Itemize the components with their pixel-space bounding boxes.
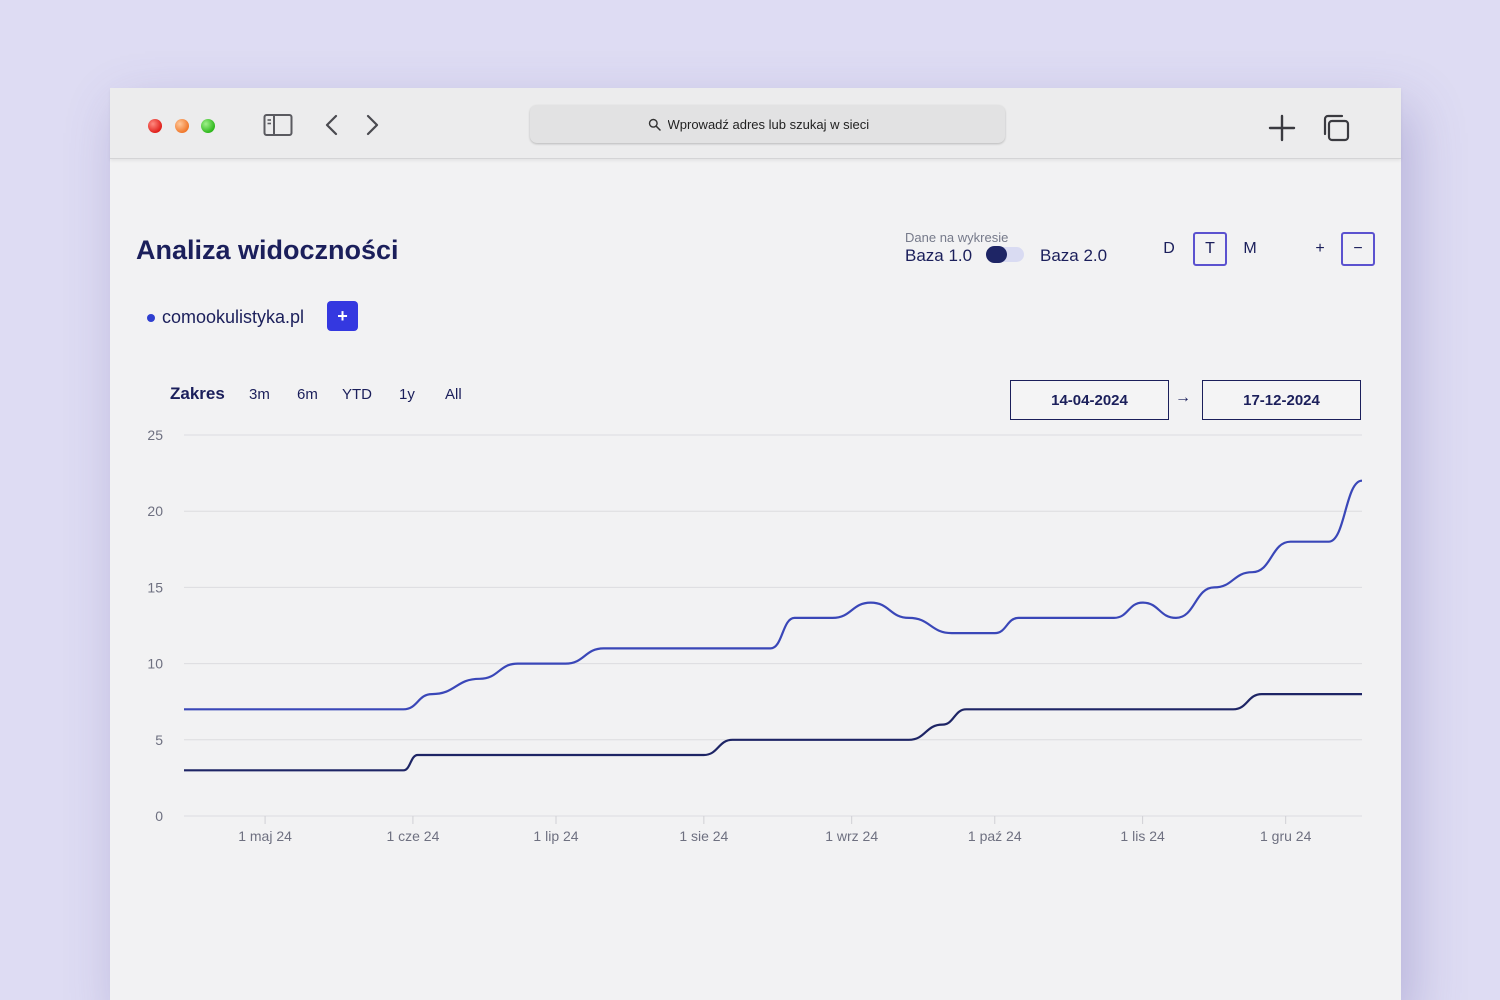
x-tick-label: 1 cze 24 <box>386 828 439 844</box>
y-tick-label: 20 <box>147 503 163 519</box>
y-tick-label: 15 <box>147 579 163 595</box>
visibility-chart: 0 5 10 15 20 25 1 maj 24 1 cze 24 1 lip 24 1 sie … <box>147 427 1363 844</box>
y-tick-label: 5 <box>155 732 163 748</box>
series-line-1 <box>184 479 1363 711</box>
x-tick-label: 1 lip 24 <box>533 828 578 844</box>
y-tick-label: 0 <box>155 808 163 824</box>
x-tick-label: 1 gru 24 <box>1260 828 1312 844</box>
x-tick-label: 1 lis 24 <box>1120 828 1165 844</box>
x-tick-label: 1 maj 24 <box>238 828 292 844</box>
series-line-2 <box>183 692 1362 772</box>
x-tick-label: 1 wrz 24 <box>825 828 878 844</box>
y-tick-label: 25 <box>147 427 163 443</box>
browser-window: Analiza widoczności Dane na wykresie Baz… <box>110 88 1401 1000</box>
x-tick-label: 1 sie 24 <box>679 828 728 844</box>
y-tick-label: 10 <box>147 656 163 672</box>
x-tick-label: 1 paź 24 <box>968 828 1022 844</box>
